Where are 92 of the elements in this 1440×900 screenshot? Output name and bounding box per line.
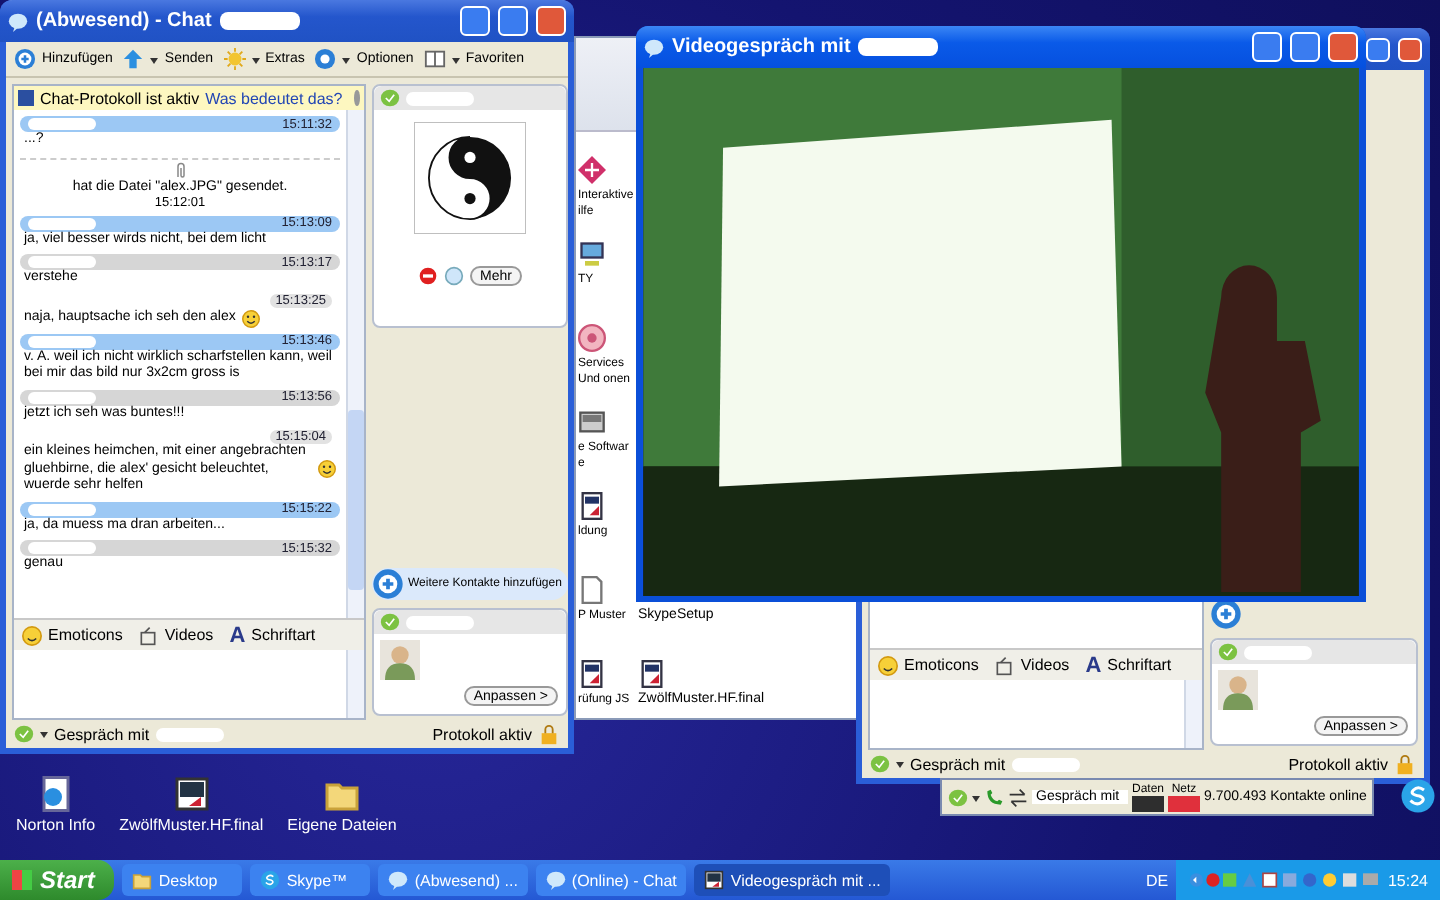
chat-bubble-icon bbox=[388, 870, 409, 890]
chat-bubble-icon bbox=[545, 870, 566, 890]
book-icon bbox=[423, 48, 446, 70]
maximize-button[interactable] bbox=[498, 6, 528, 36]
help-link[interactable]: Was bedeutet das? bbox=[205, 89, 343, 107]
plus-circle-icon bbox=[14, 48, 36, 70]
maximize-button[interactable] bbox=[1290, 32, 1320, 62]
info-text: Chat-Protokoll ist aktiv bbox=[40, 89, 200, 107]
swap-arrows-icon bbox=[1008, 787, 1028, 807]
status-icon bbox=[14, 724, 34, 744]
conversation-label: Gespräch mit bbox=[910, 755, 1006, 773]
skype-icon bbox=[1400, 778, 1436, 814]
minimize-button[interactable] bbox=[460, 6, 490, 36]
computer-icon bbox=[578, 240, 606, 268]
status-icon bbox=[380, 88, 400, 108]
windows-flag-icon bbox=[12, 870, 32, 890]
sun-icon bbox=[223, 48, 246, 70]
redacted-name bbox=[28, 118, 96, 130]
status-icon bbox=[380, 612, 400, 632]
up-arrow-icon bbox=[122, 48, 145, 70]
language-indicator[interactable]: DE bbox=[1146, 871, 1169, 889]
font-button[interactable]: A Schriftart bbox=[229, 623, 316, 647]
redacted-name bbox=[28, 542, 96, 554]
web-document-icon bbox=[37, 776, 74, 812]
yin-yang-picture bbox=[414, 122, 526, 234]
taskbar-button[interactable]: (Abwesend) ... bbox=[378, 864, 528, 896]
minimize-button[interactable] bbox=[1252, 32, 1282, 62]
paperclip-icon bbox=[171, 161, 189, 179]
videos-button[interactable]: Videos bbox=[994, 655, 1070, 675]
ring-icon bbox=[314, 48, 337, 70]
lock-icon bbox=[1394, 753, 1416, 775]
redacted-name bbox=[406, 615, 474, 629]
emoticons-button[interactable]: Emoticons bbox=[22, 625, 123, 645]
lock-icon bbox=[538, 723, 560, 745]
bag-icon bbox=[994, 655, 1015, 675]
taskbar-button[interactable]: Desktop bbox=[122, 864, 243, 896]
status-icon bbox=[870, 754, 890, 774]
phone-icon bbox=[984, 787, 1004, 807]
taskbar-button[interactable]: Skype™ bbox=[250, 864, 371, 896]
video-file-icon bbox=[173, 776, 210, 812]
circle-icon bbox=[444, 266, 465, 286]
close-button[interactable] bbox=[354, 90, 360, 106]
desktop-icon-label[interactable]: ZwölfMuster.HF.final bbox=[119, 816, 264, 834]
redacted-name bbox=[1011, 757, 1080, 771]
status-icon bbox=[948, 787, 968, 807]
scrollbar[interactable] bbox=[346, 110, 364, 618]
close-button[interactable] bbox=[1398, 37, 1422, 61]
skype-icon bbox=[260, 870, 281, 890]
video-file-icon bbox=[704, 870, 725, 890]
maximize-button[interactable] bbox=[1366, 37, 1390, 61]
window-title: Videogespräch mit bbox=[672, 36, 851, 58]
scrollbar[interactable] bbox=[1184, 680, 1202, 748]
document-icon bbox=[638, 660, 666, 688]
videos-button[interactable]: Videos bbox=[138, 625, 214, 645]
redacted-name bbox=[406, 91, 474, 105]
log-status: Protokoll aktiv bbox=[432, 725, 532, 743]
status-icon bbox=[1218, 642, 1238, 662]
clock: 15:24 bbox=[1387, 871, 1428, 889]
round-emblem-icon bbox=[578, 324, 606, 352]
redacted-name bbox=[155, 727, 224, 741]
chat-bubble-icon bbox=[644, 37, 664, 57]
desktop-icon-label[interactable]: Eigene Dateien bbox=[287, 816, 397, 834]
taskbar-button[interactable]: (Online) - Chat bbox=[535, 864, 687, 896]
redacted-name bbox=[28, 256, 96, 268]
end-call-icon bbox=[418, 266, 439, 286]
redacted-name bbox=[28, 391, 96, 403]
close-button[interactable] bbox=[1328, 32, 1358, 62]
redacted-name bbox=[28, 503, 96, 515]
window-title: (Abwesend) - Chat bbox=[36, 10, 212, 32]
smiley-icon bbox=[22, 625, 42, 645]
smiley-icon bbox=[878, 655, 898, 675]
redacted-name bbox=[28, 335, 96, 347]
redacted-name bbox=[858, 38, 939, 56]
emoticons-button[interactable]: Emoticons bbox=[878, 655, 979, 675]
avatar-icon bbox=[1218, 670, 1258, 710]
close-button[interactable] bbox=[536, 6, 566, 36]
folder-icon bbox=[132, 870, 153, 890]
scrollbar[interactable] bbox=[346, 650, 364, 718]
scrollbar-thumb[interactable] bbox=[348, 410, 364, 590]
avatar-icon bbox=[380, 640, 420, 680]
bag-icon bbox=[138, 625, 159, 645]
redacted-name bbox=[28, 217, 96, 229]
software-box-icon bbox=[578, 408, 606, 436]
conversation-label: Gespräch mit bbox=[54, 725, 150, 743]
desktop-icon-label[interactable]: Norton Info bbox=[16, 816, 96, 834]
plus-circle-icon bbox=[372, 568, 404, 600]
font-button[interactable]: A Schriftart bbox=[1085, 653, 1172, 677]
taskbar-button[interactable]: Videogespräch mit ... bbox=[694, 864, 891, 896]
chat-bubble-icon bbox=[8, 11, 28, 31]
redacted-name bbox=[219, 12, 300, 30]
redacted-name bbox=[1244, 645, 1312, 659]
log-status: Protokoll aktiv bbox=[1288, 755, 1388, 773]
